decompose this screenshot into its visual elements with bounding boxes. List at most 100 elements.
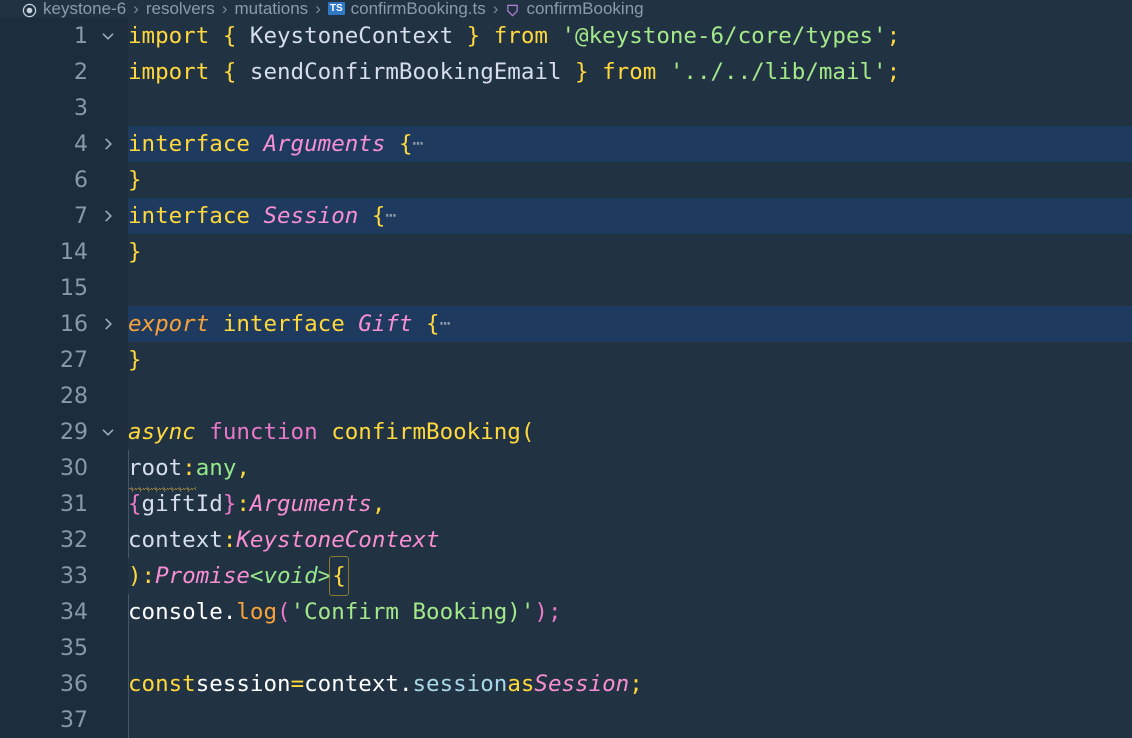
code-line-30[interactable]: root: any,	[128, 450, 1132, 492]
code-line-27[interactable]: }	[128, 342, 1132, 378]
code-line-32[interactable]: context: KeystoneContext	[128, 522, 1132, 558]
code-line-1[interactable]: import { KeystoneContext } from '@keysto…	[128, 18, 1132, 54]
gutter[interactable]: 30	[0, 450, 128, 486]
editor-row[interactable]: 15	[0, 270, 1132, 306]
gutter[interactable]: 14	[0, 234, 128, 270]
folded-ellipsis[interactable]: ⋯	[385, 198, 396, 234]
fold-chevron-down-icon[interactable]	[88, 423, 128, 441]
code-line-16[interactable]: export interface Gift {⋯	[128, 306, 1132, 342]
editor-row[interactable]: 1 import { KeystoneContext } from '@keys…	[0, 18, 1132, 54]
editor-row-folded[interactable]: 16 export interface Gift {⋯	[0, 306, 1132, 342]
token-semicolon: ;	[629, 671, 643, 697]
code-line-33[interactable]: ): Promise < void > {	[128, 556, 1132, 596]
gutter[interactable]: 34	[0, 594, 128, 630]
fold-chevron-right-icon[interactable]	[88, 207, 128, 225]
code-line-15[interactable]	[128, 270, 1132, 306]
folded-ellipsis[interactable]: ⋯	[412, 126, 423, 162]
fold-chevron-right-icon[interactable]	[88, 135, 128, 153]
gutter[interactable]: 6	[0, 162, 128, 198]
code-line-29[interactable]: async function confirmBooking(	[128, 414, 1132, 450]
editor-row[interactable]: 14 }	[0, 234, 1132, 270]
code-line-4[interactable]: interface Arguments {⋯	[128, 126, 1132, 162]
code-line-34[interactable]: console. log('Confirm Booking)');	[128, 594, 1132, 630]
token-string: 'Confirm Booking)'	[290, 599, 535, 625]
editor-row[interactable]: 31 { giftId }: Arguments,	[0, 486, 1132, 522]
token-object: console	[128, 599, 223, 625]
gutter[interactable]: 31	[0, 486, 128, 522]
gutter[interactable]: 2	[0, 54, 128, 90]
line-number: 7	[74, 203, 88, 229]
token-colon: :	[222, 527, 237, 553]
editor-row-folded[interactable]: 4 interface Arguments {⋯	[0, 126, 1132, 162]
fold-chevron-down-icon[interactable]	[88, 27, 128, 45]
code-line-31[interactable]: { giftId }: Arguments,	[128, 486, 1132, 522]
token-brace: {	[426, 311, 440, 337]
editor-row[interactable]: 29 async function confirmBooking(	[0, 414, 1132, 450]
indent-guide	[128, 522, 129, 558]
gutter[interactable]: 32	[0, 522, 128, 558]
breadcrumb[interactable]: keystone-6 › resolvers › mutations › TS …	[0, 0, 1132, 18]
token-keyword: import	[128, 23, 210, 49]
line-number: 2	[74, 59, 88, 85]
code-line-6[interactable]: }	[128, 162, 1132, 198]
breadcrumb-separator: ›	[221, 0, 228, 18]
token-type: Arguments	[249, 491, 372, 517]
editor-row[interactable]: 34 console. log('Confirm Booking)');	[0, 594, 1132, 630]
editor-row-folded[interactable]: 7 interface Session {⋯	[0, 198, 1132, 234]
code-line-37[interactable]	[128, 702, 1132, 738]
token-identifier: KeystoneContext	[249, 23, 454, 49]
token-angle-bracket: >	[317, 563, 332, 589]
gutter[interactable]: 7	[0, 198, 128, 234]
breadcrumb-item-confirmbooking-symbol[interactable]: confirmBooking	[526, 0, 643, 18]
gutter[interactable]: 36	[0, 666, 128, 702]
code-line-36[interactable]: const session = context. session as Sessi…	[128, 666, 1132, 702]
gutter[interactable]: 16	[0, 306, 128, 342]
token-brace: }	[575, 59, 589, 85]
fold-chevron-right-icon[interactable]	[88, 315, 128, 333]
editor-row[interactable]: 32 context: KeystoneContext	[0, 522, 1132, 558]
breadcrumb-item-keystone-6[interactable]: keystone-6	[43, 0, 126, 18]
code-line-2[interactable]: import { sendConfirmBookingEmail } from …	[128, 54, 1132, 90]
circle-package-icon	[22, 3, 37, 18]
code-line-28[interactable]	[128, 378, 1132, 414]
code-editor[interactable]: 1 import { KeystoneContext } from '@keys…	[0, 18, 1132, 738]
line-number: 28	[60, 383, 88, 409]
editor-row[interactable]: 6 }	[0, 162, 1132, 198]
breadcrumb-item-resolvers[interactable]: resolvers	[146, 0, 215, 18]
token-keyword: from	[602, 59, 657, 85]
gutter[interactable]: 1	[0, 18, 128, 54]
editor-row[interactable]: 28	[0, 378, 1132, 414]
code-line-7[interactable]: interface Session {⋯	[128, 198, 1132, 234]
gutter[interactable]: 15	[0, 270, 128, 306]
gutter[interactable]: 33	[0, 558, 128, 594]
token-paren: )	[128, 563, 142, 589]
editor-row[interactable]: 35	[0, 630, 1132, 666]
editor-row[interactable]: 3	[0, 90, 1132, 126]
editor-row[interactable]: 36 const session = context. session as Se…	[0, 666, 1132, 702]
token-semicolon: ;	[886, 59, 901, 85]
editor-row[interactable]: 27 }	[0, 342, 1132, 378]
gutter[interactable]: 35	[0, 630, 128, 666]
breadcrumb-item-mutations[interactable]: mutations	[234, 0, 308, 18]
gutter[interactable]: 3	[0, 90, 128, 126]
token-parameter: root	[128, 455, 183, 481]
breadcrumb-separator: ›	[492, 0, 499, 18]
code-line-14[interactable]: }	[128, 234, 1132, 270]
gutter[interactable]: 29	[0, 414, 128, 450]
gutter[interactable]: 27	[0, 342, 128, 378]
editor-row[interactable]: 2 import { sendConfirmBookingEmail } fro…	[0, 54, 1132, 90]
token-object: context	[304, 671, 399, 697]
gutter[interactable]: 28	[0, 378, 128, 414]
code-line-35[interactable]	[128, 630, 1132, 666]
editor-row[interactable]: 30 root: any,	[0, 450, 1132, 492]
token-brace: {	[398, 131, 413, 157]
editor-row[interactable]: 37	[0, 702, 1132, 738]
line-number: 6	[74, 167, 88, 193]
token-colon: :	[141, 563, 156, 589]
gutter[interactable]: 37	[0, 702, 128, 738]
folded-ellipsis[interactable]: ⋯	[440, 306, 451, 342]
breadcrumb-item-confirmbooking-ts[interactable]: confirmBooking.ts	[351, 0, 486, 18]
gutter[interactable]: 4	[0, 126, 128, 162]
code-line-3[interactable]	[128, 90, 1132, 126]
editor-row[interactable]: 33 ): Promise < void > {	[0, 556, 1132, 596]
